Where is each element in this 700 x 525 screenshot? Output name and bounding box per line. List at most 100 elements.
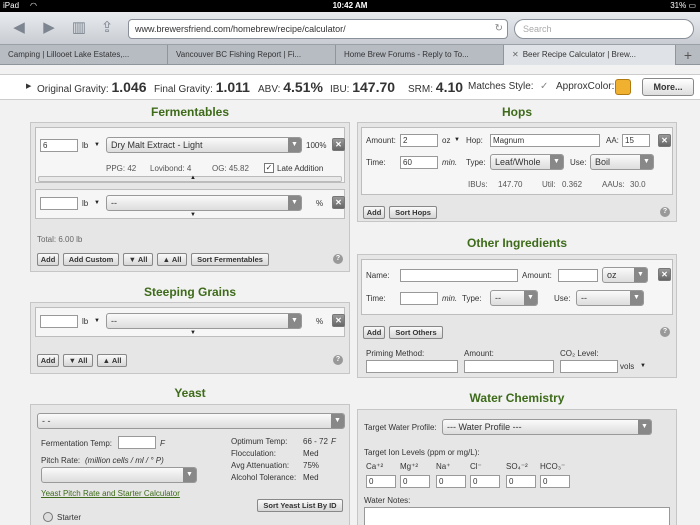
- forward-button[interactable]: ▶: [38, 18, 60, 38]
- hop-aa-label: AA:: [606, 136, 619, 145]
- other-name-input[interactable]: [400, 269, 518, 282]
- hop-use-select[interactable]: Boil ▼: [590, 154, 654, 170]
- help-icon[interactable]: ?: [333, 254, 343, 264]
- unit-dropdown-icon[interactable]: ▼: [94, 142, 100, 148]
- optimum-temp-unit: F: [331, 437, 336, 446]
- new-tab-button[interactable]: +: [676, 45, 700, 65]
- remove-steeping-button[interactable]: ✕: [332, 314, 345, 327]
- back-button[interactable]: ◀: [8, 18, 30, 38]
- help-icon[interactable]: ?: [660, 207, 670, 217]
- help-icon[interactable]: ?: [660, 327, 670, 337]
- close-tab-icon[interactable]: ✕: [512, 50, 519, 59]
- fg-value: 1.011: [215, 79, 250, 95]
- other-unit-select[interactable]: oz ▼: [602, 267, 648, 283]
- fermentable-amount-input[interactable]: 6: [40, 139, 78, 152]
- priming-amount-input[interactable]: [464, 360, 554, 373]
- hop-name-input[interactable]: Magnum: [490, 134, 600, 147]
- matches-style-label: Matches Style:: [468, 81, 534, 92]
- fermentable-percent: 100%: [306, 141, 327, 150]
- fermentable-amount-input-2[interactable]: [40, 197, 78, 210]
- fermentable-lovibond: Lovibond: 4: [150, 164, 192, 173]
- unit-dropdown-icon[interactable]: ▼: [454, 137, 460, 143]
- sort-yeast-button[interactable]: Sort Yeast List By ID: [257, 499, 343, 512]
- yeast-calculator-link[interactable]: Yeast Pitch Rate and Starter Calculator: [41, 489, 180, 498]
- co2-level-label: CO₂ Level:: [560, 349, 599, 358]
- other-time-input[interactable]: [400, 292, 438, 305]
- unit-dropdown-icon[interactable]: ▼: [94, 318, 100, 324]
- late-addition-checkbox[interactable]: ✓: [264, 163, 274, 173]
- expand-all-button[interactable]: ▲ All: [157, 253, 187, 266]
- tab-fishing[interactable]: Vancouver BC Fishing Report | Fi...: [168, 45, 336, 65]
- ion-so4-input[interactable]: 0: [506, 475, 536, 488]
- other-use-select[interactable]: -- ▼: [576, 290, 644, 306]
- help-icon[interactable]: ?: [333, 355, 343, 365]
- add-hop-button[interactable]: Add: [363, 206, 385, 219]
- collapse-all-button[interactable]: ▼ All: [63, 354, 93, 367]
- ion-hco3-input[interactable]: 0: [540, 475, 570, 488]
- fermentable-select[interactable]: Dry Malt Extract - Light ▼: [106, 137, 302, 153]
- unit-dropdown-icon[interactable]: ▼: [640, 363, 646, 369]
- unit-dropdown-icon[interactable]: ▼: [94, 200, 100, 206]
- reload-icon[interactable]: ↻: [495, 20, 503, 38]
- add-steeping-button[interactable]: Add: [37, 354, 59, 367]
- hop-time-input[interactable]: 60: [400, 156, 438, 169]
- hop-aa-input[interactable]: 15: [622, 134, 650, 147]
- ion-ca-input[interactable]: 0: [366, 475, 396, 488]
- water-profile-label: Target Water Profile:: [364, 423, 437, 432]
- other-amount-label: Amount:: [522, 271, 552, 280]
- share-icon[interactable]: ⇪: [96, 18, 118, 38]
- bookmarks-icon[interactable]: ▥: [68, 18, 90, 38]
- fermentation-temp-input[interactable]: [118, 436, 156, 449]
- expand-all-button[interactable]: ▲ All: [97, 354, 127, 367]
- remove-fermentable-button-2[interactable]: ✕: [332, 196, 345, 209]
- remove-other-button[interactable]: ✕: [658, 268, 671, 281]
- sort-others-button[interactable]: Sort Others: [389, 326, 443, 339]
- chevron-down-icon[interactable]: ▼: [190, 330, 196, 336]
- water-notes-textarea[interactable]: [364, 507, 670, 525]
- add-other-button[interactable]: Add: [363, 326, 385, 339]
- ion-cl-input[interactable]: 0: [470, 475, 500, 488]
- remove-hop-button[interactable]: ✕: [658, 134, 671, 147]
- fg-label: Final Gravity:: [154, 84, 213, 95]
- sort-hops-button[interactable]: Sort Hops: [389, 206, 437, 219]
- fermentable-select-2[interactable]: -- ▼: [106, 195, 302, 211]
- hop-type-select[interactable]: Leaf/Whole ▼: [490, 154, 564, 170]
- add-fermentable-button[interactable]: Add: [37, 253, 59, 266]
- attenuation-label: Avg Attenuation:: [231, 461, 290, 470]
- chevron-down-icon[interactable]: ▼: [190, 212, 196, 218]
- other-time-unit: min.: [442, 294, 458, 303]
- other-amount-input[interactable]: [558, 269, 598, 282]
- steeping-select[interactable]: -- ▼: [106, 313, 302, 329]
- address-bar[interactable]: www.brewersfriend.com/homebrew/recipe/ca…: [128, 19, 508, 39]
- ion-mg-input[interactable]: 0: [400, 475, 430, 488]
- co2-level-input[interactable]: [560, 360, 618, 373]
- other-type-select[interactable]: -- ▼: [490, 290, 538, 306]
- tab-forums[interactable]: Home Brew Forums - Reply to To...: [336, 45, 504, 65]
- search-input[interactable]: Search: [514, 19, 694, 39]
- other-ingredients-title: Other Ingredients: [466, 236, 567, 250]
- fermentation-temp-unit: F: [160, 439, 165, 448]
- yeast-select[interactable]: - - ▼: [37, 413, 345, 429]
- pitch-rate-select[interactable]: ▼: [41, 467, 197, 483]
- collapse-all-button[interactable]: ▼ All: [123, 253, 153, 266]
- chevron-up-icon[interactable]: ▲: [190, 175, 196, 181]
- tab-camping[interactable]: Camping | Lillooet Lake Estates,...: [0, 45, 168, 65]
- more-button[interactable]: More...: [642, 78, 694, 96]
- steeping-unit: lb: [82, 317, 89, 326]
- add-custom-button[interactable]: Add Custom: [63, 253, 119, 266]
- hop-time-unit: min.: [442, 158, 458, 167]
- priming-method-input[interactable]: [366, 360, 458, 373]
- sort-fermentables-button[interactable]: Sort Fermentables: [191, 253, 269, 266]
- hop-amount-input[interactable]: 2: [400, 134, 438, 147]
- ion-na-input[interactable]: 0: [436, 475, 466, 488]
- steeping-name: --: [111, 316, 117, 326]
- hop-name-label: Hop:: [466, 136, 483, 145]
- steeping-amount-input[interactable]: [40, 315, 78, 328]
- expand-arrow-icon[interactable]: ▶: [26, 75, 31, 99]
- starter-checkbox[interactable]: [43, 512, 53, 522]
- remove-fermentable-button[interactable]: ✕: [332, 138, 345, 151]
- fermentable-unit: lb: [82, 141, 89, 150]
- tab-recipe-calculator[interactable]: ✕ Beer Recipe Calculator | Brew...: [504, 45, 676, 65]
- water-notes-label: Water Notes:: [364, 496, 411, 505]
- water-profile-select[interactable]: --- Water Profile --- ▼: [442, 419, 652, 435]
